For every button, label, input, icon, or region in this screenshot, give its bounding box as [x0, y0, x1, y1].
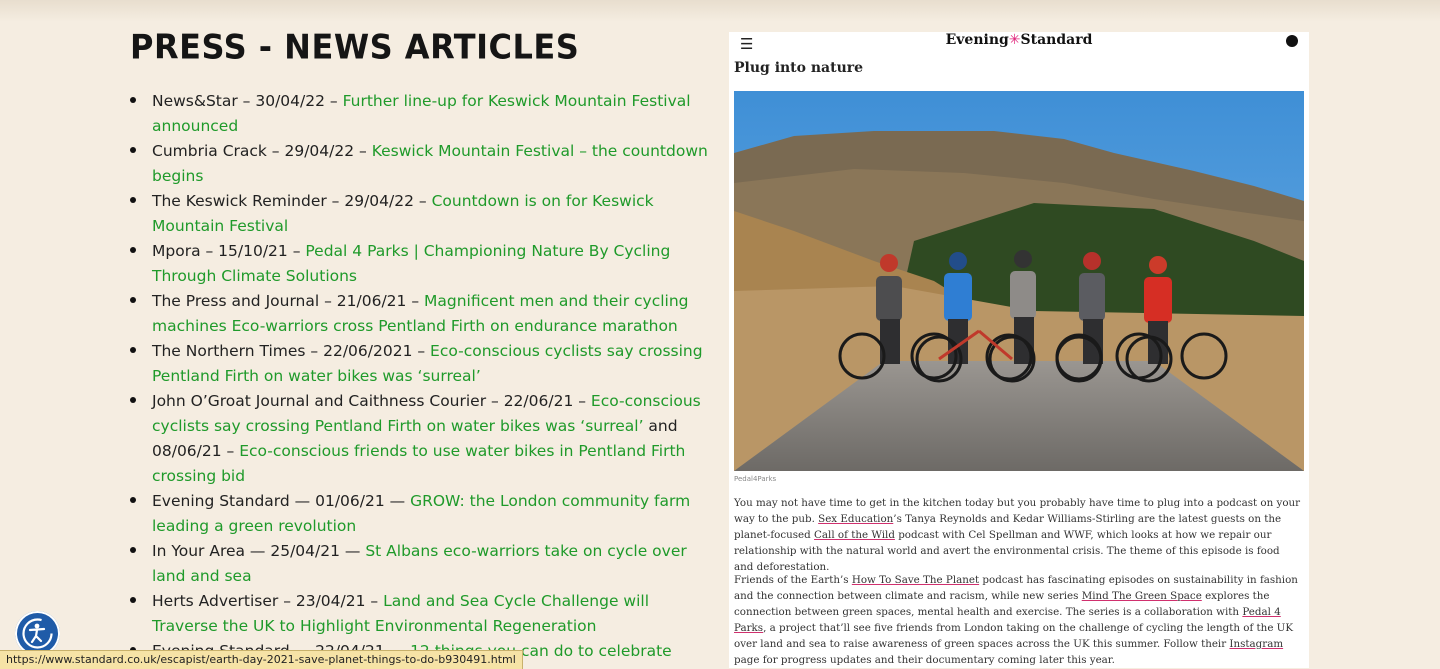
list-item: Cumbria Crack – 29/04/22 – Keswick Mount… — [130, 139, 712, 189]
list-item: The Press and Journal – 21/06/21 – Magni… — [130, 289, 712, 339]
call-of-the-wild-link: Call of the Wild — [814, 529, 895, 541]
list-item: Evening Standard — 01/06/21 — GROW: the … — [130, 489, 712, 539]
photo-credit: Pedal4Parks — [734, 475, 777, 483]
sex-education-link: Sex Education — [818, 513, 894, 525]
article-source: In Your Area — 25/04/21 — — [152, 542, 366, 560]
articles-list: News&Star – 30/04/22 – Further line-up f… — [130, 89, 712, 664]
list-item: The Northern Times – 22/06/2021 – Eco-co… — [130, 339, 712, 389]
article-source: The Keswick Reminder – 29/04/22 – — [152, 192, 432, 210]
page-title: PRESS - NEWS ARTICLES — [130, 27, 580, 67]
list-item: In Your Area — 25/04/21 — St Albans eco-… — [130, 539, 712, 589]
top-texture-band — [0, 0, 1440, 22]
cyclists-photo-illustration — [734, 91, 1304, 471]
instagram-link: Instagram — [1229, 638, 1284, 650]
evening-standard-logo: Evening✳Standard — [945, 32, 1093, 48]
article-source: News&Star – 30/04/22 – — [152, 92, 343, 110]
clipping-headline: Plug into nature — [734, 60, 864, 76]
article-source: Evening Standard — 01/06/21 — — [152, 492, 411, 510]
article-source: John O’Groat Journal and Caithness Couri… — [152, 392, 591, 410]
article-source: Herts Advertiser – 23/04/21 – — [152, 592, 384, 610]
clipping-header: ☰ Evening✳Standard — [729, 32, 1309, 60]
list-item: John O’Groat Journal and Caithness Couri… — [130, 389, 712, 489]
link-preview-status-bar: https://www.standard.co.uk/escapist/eart… — [0, 650, 523, 669]
article-source: Mpora – 15/10/21 – — [152, 242, 306, 260]
how-to-save-the-planet-link: How To Save The Planet — [851, 574, 980, 586]
clipping-paragraph-1: You may not have time to get in the kitc… — [734, 497, 1301, 573]
article-source: Cumbria Crack – 29/04/22 – — [152, 142, 372, 160]
list-item: The Keswick Reminder – 29/04/22 – Countd… — [130, 189, 712, 239]
list-item: Mpora – 15/10/21 – Pedal 4 Parks | Champ… — [130, 239, 712, 289]
article-source: The Press and Journal – 21/06/21 – — [152, 292, 424, 310]
clipping-paragraph-2: Friends of the Earth’s How To Save The P… — [734, 574, 1298, 666]
list-item: News&Star – 30/04/22 – Further line-up f… — [130, 89, 712, 139]
account-icon — [1286, 35, 1298, 47]
cyclists-photo — [734, 91, 1304, 471]
list-item: Herts Advertiser – 23/04/21 – Land and S… — [130, 589, 712, 639]
evening-standard-clipping: ☰ Evening✳Standard Plug into nature Peda… — [729, 32, 1309, 668]
article-source: The Northern Times – 22/06/2021 – — [152, 342, 431, 360]
mind-the-green-space-link: Mind The Green Space — [1081, 590, 1202, 602]
